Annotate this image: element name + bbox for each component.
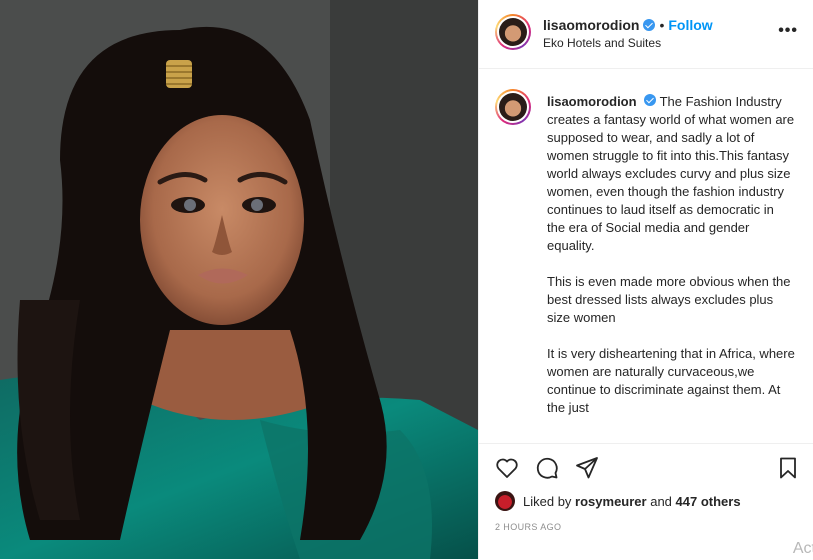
likes-prefix: Liked by	[523, 493, 572, 509]
post-header: lisaomorodion • Follow Eko Hotels and Su…	[479, 0, 813, 69]
caption-username[interactable]: lisaomorodion	[547, 94, 637, 109]
comment-icon[interactable]	[535, 456, 559, 480]
activation-watermark: Act	[792, 540, 813, 557]
post-actions: Liked by rosymeurer and 447 others 2 HOU…	[479, 443, 813, 560]
author-username[interactable]: lisaomorodion	[543, 17, 639, 33]
heart-icon[interactable]	[495, 456, 519, 480]
post-photo[interactable]	[0, 0, 478, 559]
post-caption: lisaomorodion The Fashion Industry creat…	[547, 93, 795, 435]
likes-count-link[interactable]: 447 others	[676, 494, 741, 509]
likes-summary: Liked by rosymeurer and 447 others	[495, 491, 741, 511]
author-line: lisaomorodion • Follow	[543, 17, 713, 33]
verified-badge-icon	[643, 19, 656, 31]
bookmark-icon[interactable]	[776, 456, 800, 480]
author-avatar[interactable]	[495, 14, 531, 50]
caption-paragraph: It is very disheartening that in Africa,…	[547, 345, 795, 417]
likes-joiner: and	[650, 493, 672, 509]
caption-text-2: This is even made more obvious when the …	[547, 274, 791, 325]
verified-badge-icon	[644, 94, 657, 106]
location-link[interactable]: Eko Hotels and Suites	[543, 36, 661, 50]
caption-paragraph: This is even made more obvious when the …	[547, 273, 795, 327]
caption-text-1: The Fashion Industry creates a fantasy w…	[547, 94, 795, 253]
send-icon[interactable]	[575, 456, 599, 480]
liker-avatar[interactable]	[495, 491, 515, 511]
liker-username[interactable]: rosymeurer	[575, 494, 647, 509]
follow-button[interactable]: Follow	[668, 17, 712, 33]
caption-scroll-area[interactable]: lisaomorodion The Fashion Industry creat…	[479, 69, 813, 443]
post-detail-panel: lisaomorodion • Follow Eko Hotels and Su…	[478, 0, 813, 559]
separator-dot: •	[659, 17, 665, 33]
caption-paragraph: lisaomorodion The Fashion Industry creat…	[547, 93, 795, 255]
caption-avatar[interactable]	[495, 89, 531, 125]
portrait-illustration	[0, 0, 478, 559]
caption-text-3: It is very disheartening that in Africa,…	[547, 346, 795, 415]
more-options-icon[interactable]: •••	[778, 22, 798, 40]
post-timestamp[interactable]: 2 HOURS AGO	[495, 522, 561, 532]
